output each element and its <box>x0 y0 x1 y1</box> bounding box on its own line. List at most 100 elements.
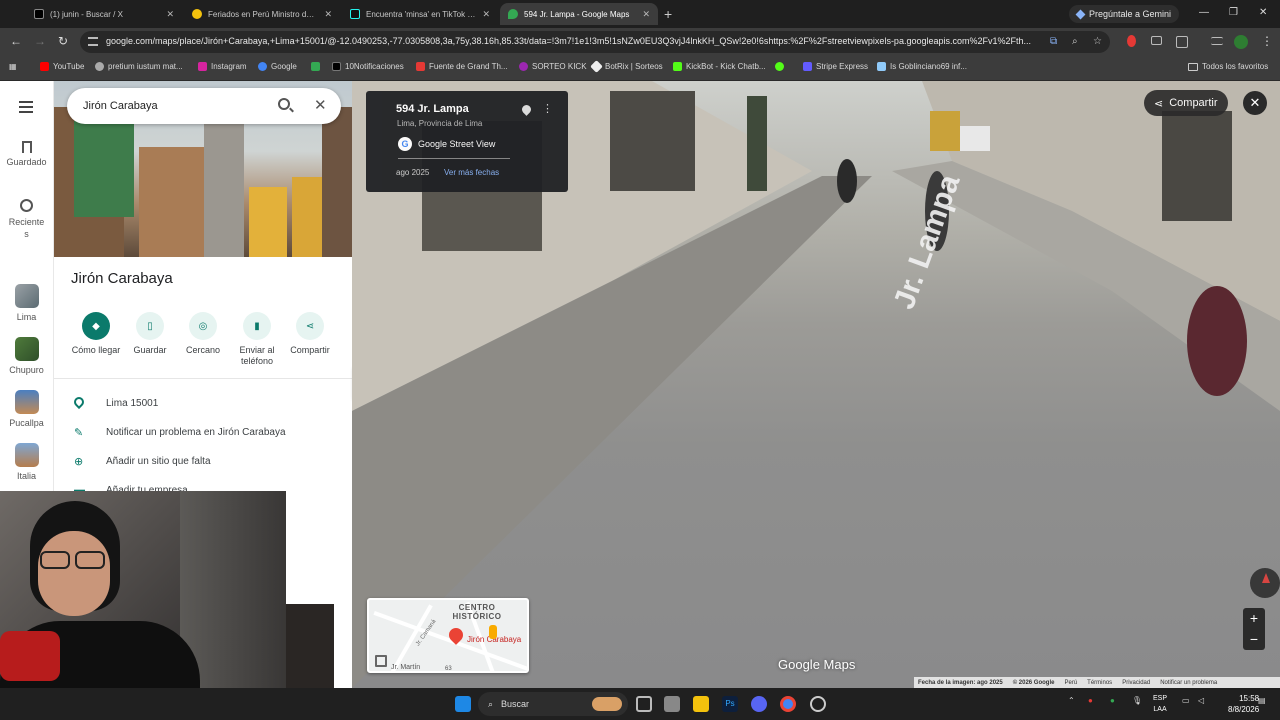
bookmark-youtube[interactable]: YouTube <box>40 62 84 71</box>
rail-saved[interactable]: Guardado <box>0 141 53 167</box>
profile-avatar[interactable] <box>1234 35 1248 49</box>
taskbar-search[interactable]: ⌕ Buscar <box>478 692 628 716</box>
bookmark-notificaciones[interactable]: 10Notificaciones <box>332 62 404 71</box>
discord-icon[interactable] <box>751 696 767 712</box>
rail-recent-lima[interactable]: Lima <box>0 284 53 322</box>
privacy-link[interactable]: Privacidad <box>1122 680 1150 686</box>
bookmark-instagram[interactable]: Instagram <box>198 62 247 71</box>
pegman-icon[interactable] <box>489 625 497 639</box>
place-photo[interactable]: Jirón Carabaya ✕ <box>54 81 352 257</box>
install-app-icon[interactable]: ⧉ <box>1050 36 1057 47</box>
compass-icon[interactable] <box>1250 568 1280 598</box>
country-link[interactable]: Perú <box>1064 680 1077 686</box>
back-button[interactable]: ← <box>10 34 22 48</box>
close-icon[interactable]: ✕ <box>166 9 174 20</box>
tray-app-icon[interactable]: ● <box>1110 696 1115 705</box>
chrome-icon[interactable] <box>780 696 796 712</box>
directions-button[interactable]: ◆ Cómo llegar <box>68 312 124 356</box>
extension-icon[interactable] <box>1127 35 1136 47</box>
share-button[interactable]: ⋖ Compartir <box>282 312 338 356</box>
system-clock[interactable]: 15:58 8/8/2026 <box>1228 693 1259 715</box>
bookmark-google[interactable]: Google <box>258 62 297 71</box>
search-input[interactable]: Jirón Carabaya <box>83 100 158 112</box>
tray-app-icon[interactable]: ● <box>1088 696 1093 705</box>
tab-feriados[interactable]: Feriados en Perú Ministro de Ec ✕ <box>184 3 340 25</box>
terms-link[interactable]: Términos <box>1087 680 1112 686</box>
file-explorer-icon[interactable] <box>693 696 709 712</box>
omnibox[interactable]: google.com/maps/place/Jirón+Carabaya,+Li… <box>80 31 1110 53</box>
action-label: Cercano <box>185 345 221 355</box>
search-icon[interactable] <box>278 98 290 110</box>
reload-button[interactable]: ↻ <box>58 34 68 48</box>
bookmark-goblinciano[interactable]: Is Goblinciano69 inf... <box>877 62 967 71</box>
rail-recent-italia[interactable]: Italia <box>0 443 53 481</box>
bookmark-pretium[interactable]: pretium iustum mat... <box>95 62 183 71</box>
bookmark-stripe[interactable]: Stripe Express <box>803 62 868 71</box>
tab-tiktok[interactable]: Encuentra 'minsa' en TikTok | B ✕ <box>342 3 498 25</box>
search-box[interactable]: Jirón Carabaya ✕ <box>67 88 341 124</box>
all-bookmarks-folder[interactable]: Todos los favoritos <box>1188 62 1268 71</box>
google-maps-logo: Google Maps <box>778 657 856 672</box>
tab-google-maps[interactable]: 594 Jr. Lampa - Google Maps ✕ <box>500 3 658 25</box>
rail-recent[interactable]: Recientes <box>0 199 53 240</box>
share-streetview-button[interactable]: ⋖ Compartir <box>1144 90 1228 116</box>
bookmark-star-icon[interactable]: ☆ <box>1093 36 1102 47</box>
rail-recent-pucallpa[interactable]: Pucallpa <box>0 390 53 428</box>
close-icon[interactable]: ✕ <box>324 9 332 20</box>
forward-button[interactable]: → <box>34 34 46 48</box>
location-pin-icon[interactable] <box>520 103 533 116</box>
rail-recent-chupuro[interactable]: Chupuro <box>0 337 53 375</box>
new-tab-button[interactable]: + <box>664 6 672 22</box>
window-close-button[interactable]: ✕ <box>1259 7 1267 18</box>
gemini-button[interactable]: Pregúntale a Gemini <box>1069 5 1180 23</box>
close-icon[interactable]: ✕ <box>314 96 327 114</box>
minimap[interactable]: CENTRO HISTÓRICO Jr. Camaná Jirón Caraba… <box>367 598 529 673</box>
task-view-icon[interactable] <box>636 696 652 712</box>
bookmark-botrix[interactable]: BotRix | Sorteos <box>590 60 663 73</box>
notification-icon[interactable]: ▤ <box>1258 696 1266 705</box>
input-language[interactable]: ESP LAA <box>1153 693 1167 715</box>
zoom-icon[interactable]: ⌕ <box>1072 36 1078 47</box>
report-problem-link[interactable]: Notificar un problema <box>1160 680 1217 686</box>
add-missing-place-row[interactable]: ⊕ Añadir un sitio que falta <box>54 449 352 475</box>
menu-icon[interactable] <box>19 101 33 116</box>
expand-icon[interactable] <box>375 655 387 667</box>
apps-icon[interactable]: ▦ <box>9 62 17 71</box>
place-thumbnail <box>14 337 39 361</box>
extension-icon[interactable] <box>1151 36 1162 45</box>
street-view[interactable]: Jr. Lampa 594 Jr. Lampa Lima, Provincia … <box>352 81 1280 688</box>
more-dates-link[interactable]: Ver más fechas <box>444 168 499 177</box>
address-row[interactable]: Lima 15001 <box>54 391 352 417</box>
url-text[interactable]: google.com/maps/place/Jirón+Carabaya,+Li… <box>106 36 1036 46</box>
maximize-button[interactable]: ❐ <box>1229 7 1238 18</box>
minimize-button[interactable]: — <box>1199 7 1209 18</box>
save-button[interactable]: ▯ Guardar <box>122 312 178 356</box>
bookmark-kickbot[interactable]: KickBot - Kick Chatb... <box>673 62 766 71</box>
volume-icon[interactable]: ◁ <box>1198 696 1204 705</box>
more-options-icon[interactable]: ⋮ <box>542 102 553 115</box>
microphone-icon[interactable]: 🎙 <box>1132 696 1142 705</box>
send-to-phone-button[interactable]: ▮ Enviar al teléfono <box>229 312 285 367</box>
bookmark-grand-theft[interactable]: Fuente de Grand Th... <box>416 62 508 71</box>
close-icon[interactable]: ✕ <box>482 9 490 20</box>
extensions-icon[interactable] <box>1176 36 1188 48</box>
bookmark-kick[interactable] <box>775 62 784 71</box>
report-problem-row[interactable]: ✎ Notificar un problema en Jirón Carabay… <box>54 420 352 446</box>
menu-icon[interactable]: ⋮ <box>1261 34 1273 48</box>
bookmark-extension[interactable] <box>311 62 320 71</box>
app-icon[interactable] <box>810 696 826 712</box>
nearby-button[interactable]: ◎ Cercano <box>175 312 231 356</box>
network-icon[interactable]: ▭ <box>1182 696 1190 705</box>
reading-list-icon[interactable] <box>1211 37 1223 45</box>
zoom-out-button[interactable]: − <box>1243 629 1265 650</box>
app-icon[interactable] <box>664 696 680 712</box>
zoom-in-button[interactable]: + <box>1243 608 1265 629</box>
close-icon[interactable]: ✕ <box>642 9 650 20</box>
bookmark-sorteo-kick[interactable]: SORTEO KICK <box>519 62 587 71</box>
tab-x-search[interactable]: (1) junin - Buscar / X ✕ <box>26 3 182 25</box>
tray-expand-icon[interactable]: ⌃ <box>1068 696 1075 705</box>
site-settings-icon[interactable] <box>88 37 98 46</box>
close-streetview-button[interactable]: ✕ <box>1243 91 1267 115</box>
windows-start-icon[interactable] <box>455 696 471 712</box>
photoshop-icon[interactable]: Ps <box>722 696 738 712</box>
